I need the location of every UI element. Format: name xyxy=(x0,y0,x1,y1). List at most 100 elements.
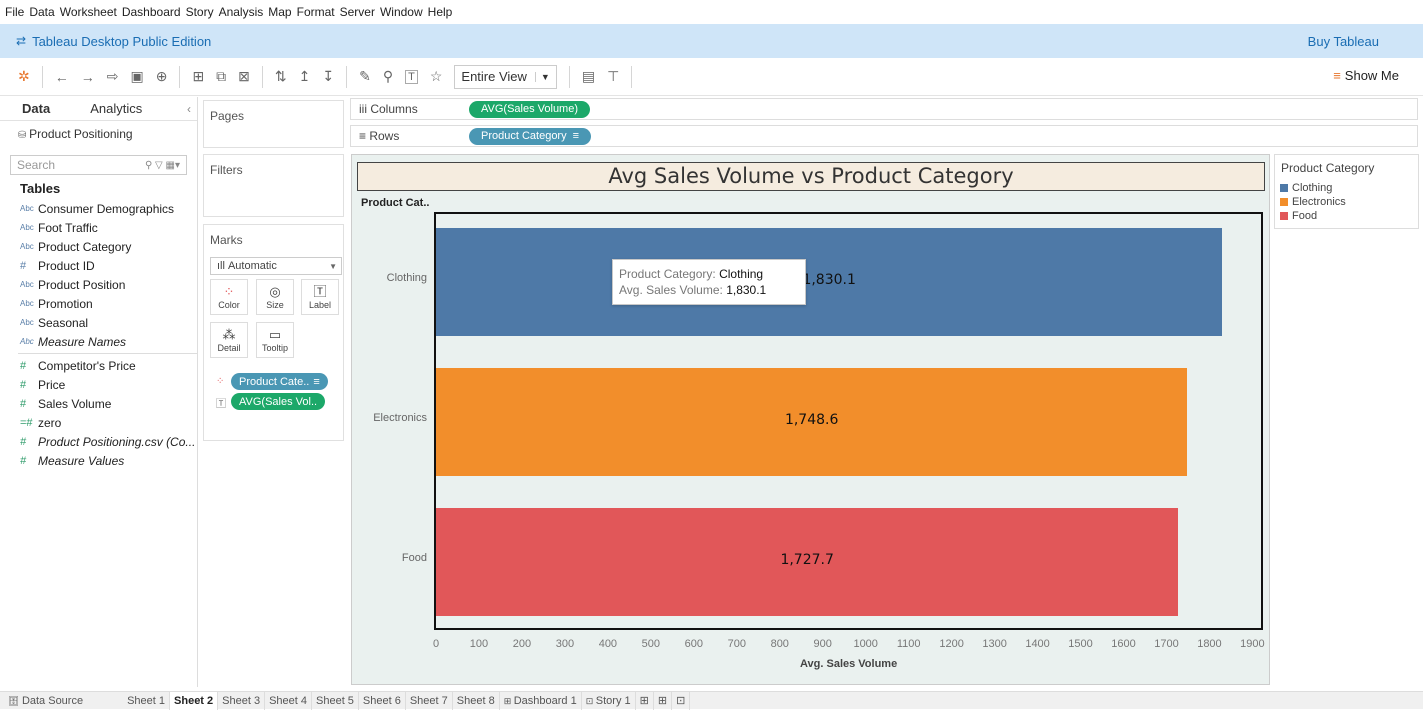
collapse-pane-icon[interactable]: ‹ xyxy=(187,102,191,116)
number-type-icon: # xyxy=(20,259,27,272)
chart-title[interactable]: Avg Sales Volume vs Product Category xyxy=(357,162,1265,191)
sheet-tab[interactable]: Sheet 1 xyxy=(123,691,171,710)
sheet-tab[interactable]: Sheet 7 xyxy=(406,691,453,710)
sheet-tab[interactable]: Sheet 5 xyxy=(312,691,359,710)
sheet-tab[interactable]: Sheet 3 xyxy=(218,691,266,710)
mark-pill-avg-sales-volume[interactable]: AVG(Sales Vol.. xyxy=(231,393,326,410)
sort-descending-icon[interactable]: ↧ xyxy=(322,68,334,85)
replay-icon[interactable]: ⇨ xyxy=(107,68,119,85)
row-header[interactable]: Product Cat.. xyxy=(361,197,429,209)
menu-item-window[interactable]: Window xyxy=(380,5,423,19)
filters-card-title: Filters xyxy=(210,163,243,177)
field-item[interactable]: # Price xyxy=(0,375,197,394)
field-item[interactable]: Abc Foot Traffic xyxy=(0,218,197,237)
tab-analytics[interactable]: Analytics xyxy=(70,101,162,116)
sheet-tab[interactable]: Sheet 4 xyxy=(265,691,312,710)
show-cards-icon[interactable]: ▤ xyxy=(582,68,595,85)
field-item[interactable]: Abc Measure Names xyxy=(0,332,197,351)
new-story-icon[interactable]: ⊡ xyxy=(672,691,691,710)
menu-item-data[interactable]: Data xyxy=(29,5,54,19)
menu-item-map[interactable]: Map xyxy=(268,5,291,19)
field-item[interactable]: # Measure Values xyxy=(0,451,197,470)
x-tick-label: 400 xyxy=(598,638,618,650)
field-item[interactable]: # Product ID xyxy=(0,256,197,275)
tableau-home-icon[interactable]: ✲ xyxy=(18,68,30,85)
field-item[interactable]: Abc Product Position xyxy=(0,275,197,294)
search-input[interactable]: Search ⚲ ▽ ▦▾ xyxy=(10,155,187,175)
menu-item-dashboard[interactable]: Dashboard xyxy=(122,5,181,19)
menu-item-server[interactable]: Server xyxy=(340,5,375,19)
cards-column: Pages Filters Marks ıll Automatic ▼ ⁘ Color… xyxy=(199,97,346,687)
rows-pill[interactable]: Product Category ≡ xyxy=(469,127,592,145)
highlight-icon[interactable]: ✎ xyxy=(359,68,371,85)
size-button[interactable]: ◎ Size xyxy=(256,279,294,315)
field-item[interactable]: # Product Positioning.csv (Co... xyxy=(0,432,197,451)
legend-item-clothing[interactable]: Clothing xyxy=(1275,181,1418,195)
legend-item-food[interactable]: Food xyxy=(1275,209,1418,223)
field-item[interactable]: Abc Promotion xyxy=(0,294,197,313)
tab-data[interactable]: Data xyxy=(0,101,70,116)
new-datasource-icon[interactable]: ⊕ xyxy=(156,68,168,85)
sheet-tab[interactable]: Sheet 6 xyxy=(359,691,406,710)
presentation-mode-icon[interactable]: ⊤ xyxy=(607,68,619,85)
new-dashboard-icon[interactable]: ⊞ xyxy=(654,691,673,710)
mark-pill-product-category[interactable]: Product Cate.. ≡ xyxy=(231,373,328,390)
field-item[interactable]: # Competitor's Price xyxy=(0,356,197,375)
pin-axes-icon[interactable]: ☆ xyxy=(430,68,443,85)
tooltip-button[interactable]: ▭ Tooltip xyxy=(256,322,294,358)
menu-item-worksheet[interactable]: Worksheet xyxy=(60,5,117,19)
fit-dropdown[interactable]: Entire View ▼ xyxy=(454,64,557,89)
undo-icon[interactable]: ← xyxy=(55,69,69,85)
category-label[interactable]: Clothing xyxy=(387,272,427,284)
clear-sheet-icon[interactable]: ⊠ xyxy=(238,68,250,85)
columns-shelf[interactable]: iii Columns AVG(Sales Volume) xyxy=(350,98,1418,120)
new-worksheet-icon[interactable]: ⊞ xyxy=(636,691,654,710)
category-label[interactable]: Food xyxy=(402,552,427,564)
legend-items: Clothing Electronics Food xyxy=(1275,181,1418,223)
group-members-icon[interactable]: ⚲ xyxy=(383,68,393,85)
filters-card[interactable]: Filters xyxy=(203,154,344,217)
field-item[interactable]: # Sales Volume xyxy=(0,394,197,413)
field-item[interactable]: =# zero xyxy=(0,413,197,432)
columns-pill[interactable]: AVG(Sales Volume) xyxy=(469,100,591,118)
pages-card[interactable]: Pages xyxy=(203,100,344,148)
sheet-tab[interactable]: Sheet 2 xyxy=(170,691,219,710)
field-name: Foot Traffic xyxy=(38,220,98,235)
duplicate-sheet-icon[interactable]: ⧉ xyxy=(216,68,226,85)
sheet-tab[interactable]: 🗄 Data Source xyxy=(4,692,87,710)
mark-type-dropdown[interactable]: ıll Automatic ▼ xyxy=(210,257,342,275)
sort-ascending-icon[interactable]: ↥ xyxy=(299,68,311,85)
x-axis-label[interactable]: Avg. Sales Volume xyxy=(800,658,897,670)
legend-item-electronics[interactable]: Electronics xyxy=(1275,195,1418,209)
tooltip-label: Tooltip xyxy=(261,343,288,353)
legend-title[interactable]: Product Category xyxy=(1275,155,1418,181)
color-button[interactable]: ⁘ Color xyxy=(210,279,248,315)
menu-item-help[interactable]: Help xyxy=(428,5,453,19)
sheet-tab[interactable]: ⊞ Dashboard 1 xyxy=(500,691,582,710)
menu-item-analysis[interactable]: Analysis xyxy=(219,5,264,19)
x-tick-label: 1800 xyxy=(1197,638,1222,650)
search-filter-view-icons[interactable]: ⚲ ▽ ▦▾ xyxy=(145,160,180,171)
label-button[interactable]: 🅃 Label xyxy=(301,279,339,315)
sheet-tab[interactable]: Sheet 8 xyxy=(453,691,500,710)
show-mark-labels-icon[interactable]: T xyxy=(405,69,418,84)
swap-rows-columns-icon[interactable]: ⇅ xyxy=(275,68,287,85)
redo-icon[interactable]: → xyxy=(81,69,95,85)
category-label[interactable]: Electronics xyxy=(373,412,427,424)
color-legend: Product Category Clothing Electronics Food xyxy=(1274,154,1419,229)
detail-button[interactable]: ⁂ Detail xyxy=(210,322,248,358)
sheet-tab[interactable]: ⊡ Story 1 xyxy=(582,691,636,710)
menu-item-story[interactable]: Story xyxy=(186,5,214,19)
field-item[interactable]: Abc Consumer Demographics xyxy=(0,199,197,218)
field-item[interactable]: Abc Product Category xyxy=(0,237,197,256)
field-item[interactable]: Abc Seasonal xyxy=(0,313,197,332)
buy-tableau-link[interactable]: Buy Tableau xyxy=(1308,34,1379,49)
show-me-button[interactable]: ≡ Show Me xyxy=(1333,68,1399,83)
rows-shelf[interactable]: ≡ Rows Product Category ≡ xyxy=(350,125,1418,147)
menu-item-file[interactable]: File xyxy=(5,5,24,19)
save-icon[interactable]: ▣ xyxy=(130,68,143,85)
data-source-item[interactable]: ⛁ Product Positioning xyxy=(0,121,197,147)
fit-dropdown-label: Entire View xyxy=(461,69,527,84)
new-worksheet-icon[interactable]: ⊞ xyxy=(192,68,204,85)
menu-item-format[interactable]: Format xyxy=(297,5,335,19)
